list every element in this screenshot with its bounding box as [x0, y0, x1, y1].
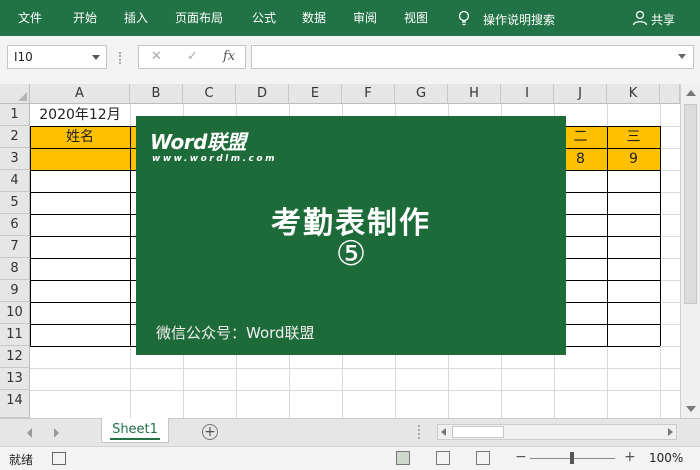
horizontal-scrollbar[interactable]	[437, 424, 677, 440]
row-header-14[interactable]: 14	[0, 390, 30, 418]
cell-a2[interactable]: 姓名	[30, 127, 130, 147]
column-header-b[interactable]: B	[130, 84, 183, 104]
row-header-4[interactable]: 4	[0, 170, 30, 192]
row-header-10[interactable]: 10	[0, 302, 30, 324]
row-header-3[interactable]: 3	[0, 148, 30, 170]
column-header-c[interactable]: C	[183, 84, 236, 104]
normal-view-icon[interactable]	[396, 451, 410, 465]
select-all-button[interactable]	[0, 84, 30, 104]
row-header-11[interactable]: 11	[0, 324, 30, 346]
row-header-9[interactable]: 9	[0, 280, 30, 302]
scroll-thumb[interactable]	[452, 426, 504, 438]
expand-formula-icon[interactable]	[678, 54, 686, 59]
scroll-right-icon[interactable]	[668, 428, 673, 436]
macro-record-icon[interactable]	[52, 452, 66, 465]
table-border	[130, 126, 131, 346]
tell-me-search[interactable]: 操作说明搜索	[483, 11, 555, 28]
tab-formulas[interactable]: 公式	[252, 11, 276, 25]
promo-banner: Word联盟 www.wordlm.com 考勤表制作 ⑤ 微信公众号：Word…	[136, 116, 566, 355]
zoom-slider-knob[interactable]	[570, 452, 574, 464]
insert-function-icon[interactable]: fx	[223, 49, 235, 64]
row-header-12[interactable]: 12	[0, 346, 30, 368]
column-header-f[interactable]: F	[342, 84, 395, 104]
tab-insert[interactable]: 插入	[124, 11, 148, 25]
zoom-level[interactable]: 100%	[649, 451, 683, 465]
cell-k3[interactable]: 9	[607, 149, 660, 169]
scroll-up-icon[interactable]	[686, 90, 696, 96]
tab-page-layout[interactable]: 页面布局	[175, 11, 223, 25]
tab-split-handle[interactable]	[418, 425, 421, 439]
column-header-k[interactable]: K	[607, 84, 660, 104]
banner-site: www.wordlm.com	[152, 154, 277, 164]
person-icon	[632, 10, 648, 26]
table-border	[660, 126, 661, 346]
banner-logo: Word联盟	[150, 130, 246, 154]
cell-a1[interactable]: 2020年12月	[30, 105, 130, 125]
scroll-left-icon[interactable]	[441, 428, 446, 436]
column-header-j[interactable]: J	[554, 84, 607, 104]
status-bar: 就绪 − + 100%	[0, 446, 700, 470]
resize-handle[interactable]	[119, 52, 122, 64]
chevron-down-icon[interactable]	[92, 55, 100, 60]
column-header-h[interactable]: H	[448, 84, 501, 104]
row-header-2[interactable]: 2	[0, 126, 30, 148]
gridline	[30, 368, 680, 369]
lightbulb-icon	[458, 10, 470, 26]
tab-file[interactable]: 文件	[18, 11, 42, 25]
sheet-tabs-bar: Sheet1 +	[0, 418, 700, 446]
row-header-5[interactable]: 5	[0, 192, 30, 214]
table-border	[30, 126, 31, 346]
row-header-7[interactable]: 7	[0, 236, 30, 258]
formula-bar: I10 ✕ ✓ fx	[0, 36, 700, 84]
banner-footer: 微信公众号：Word联盟	[156, 324, 315, 342]
row-header-8[interactable]: 8	[0, 258, 30, 280]
status-ready: 就绪	[9, 453, 34, 467]
column-header-i[interactable]: I	[501, 84, 554, 104]
cell-k2[interactable]: 三	[607, 127, 660, 147]
row-header-1[interactable]: 1	[0, 104, 30, 126]
tab-view[interactable]: 视图	[404, 11, 428, 25]
row-header-6[interactable]: 6	[0, 214, 30, 236]
zoom-in-icon[interactable]: +	[624, 449, 636, 465]
ribbon-tabs-bar: 文件 开始 插入 页面布局 公式 数据 审阅 视图 操作说明搜索 共享	[0, 0, 700, 36]
page-break-view-icon[interactable]	[476, 451, 490, 465]
zoom-out-icon[interactable]: −	[515, 449, 527, 465]
formula-buttons: ✕ ✓ fx	[138, 45, 246, 69]
tab-review[interactable]: 审阅	[353, 11, 377, 25]
column-header-g[interactable]: G	[395, 84, 448, 104]
cancel-icon[interactable]: ✕	[151, 49, 162, 64]
prev-sheet-icon[interactable]	[27, 428, 32, 438]
row-header-13[interactable]: 13	[0, 368, 30, 390]
page-layout-view-icon[interactable]	[436, 451, 450, 465]
column-header-l[interactable]	[660, 84, 680, 104]
formula-input[interactable]	[251, 45, 694, 69]
share-button[interactable]: 共享	[651, 11, 675, 28]
column-header-d[interactable]: D	[236, 84, 289, 104]
name-box-value: I10	[14, 50, 33, 64]
add-sheet-icon[interactable]: +	[202, 424, 218, 440]
next-sheet-icon[interactable]	[54, 428, 59, 438]
sheet-tab-sheet1[interactable]: Sheet1	[101, 418, 169, 443]
gridline	[30, 390, 680, 391]
banner-number: ⑤	[335, 234, 367, 274]
vertical-scrollbar[interactable]	[680, 84, 700, 418]
name-box[interactable]: I10	[7, 45, 107, 69]
tab-home[interactable]: 开始	[73, 11, 97, 25]
column-header-a[interactable]: A	[30, 84, 130, 104]
scroll-thumb[interactable]	[684, 104, 697, 304]
column-header-e[interactable]: E	[289, 84, 342, 104]
tab-data[interactable]: 数据	[302, 11, 326, 25]
enter-icon[interactable]: ✓	[187, 49, 198, 64]
scroll-down-icon[interactable]	[686, 406, 696, 412]
